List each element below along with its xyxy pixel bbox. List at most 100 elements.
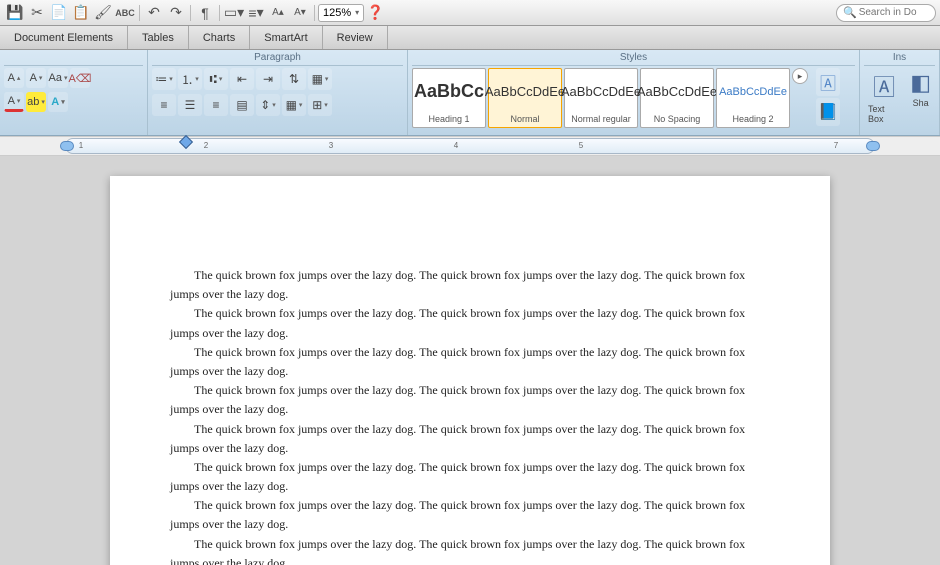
text-box-icon: 🄰 (873, 70, 895, 102)
manage-styles-button[interactable]: 📘 (816, 98, 840, 126)
ruler-left-cap (60, 141, 74, 151)
justify-button[interactable]: ▤ (230, 94, 254, 116)
search-input[interactable] (859, 7, 929, 18)
decrease-indent-button[interactable]: ⇤ (230, 68, 254, 90)
style-preview: AaBbCcDdEe (637, 69, 717, 114)
indent-marker[interactable] (179, 135, 193, 149)
borders-button[interactable]: ▦▾ (308, 68, 332, 90)
insert-group: Ins 🄰 Text Box ◧ Sha (860, 50, 940, 135)
tab-charts[interactable]: Charts (189, 26, 250, 49)
document-viewport[interactable]: The quick brown fox jumps over the lazy … (0, 156, 940, 565)
format-painter-icon[interactable]: 🖌 (92, 2, 114, 24)
paragraph-group-title: Paragraph (152, 52, 403, 66)
zoom-selector[interactable]: 125% ▾ (318, 4, 364, 22)
gallery-next-button[interactable]: ▸ (792, 68, 808, 84)
help-icon[interactable]: ❓ (364, 2, 386, 24)
save-icon[interactable]: 💾 (4, 2, 26, 24)
style-card-normal[interactable]: AaBbCcDdEeNormal (488, 68, 562, 128)
columns-icon[interactable]: ≡▾ (245, 2, 267, 24)
paragraph[interactable]: The quick brown fox jumps over the lazy … (170, 458, 770, 496)
text-box-label: Text Box (868, 104, 900, 124)
ruler-tick: 5 (579, 141, 583, 150)
ruler-right-cap (866, 141, 880, 151)
font-color-button[interactable]: A▾ (4, 92, 24, 112)
cut-icon[interactable]: ✂ (26, 2, 48, 24)
style-preview: AaBbCc (414, 69, 484, 114)
grow-font-icon[interactable]: A▴ (267, 2, 289, 24)
paragraph[interactable]: The quick brown fox jumps over the lazy … (170, 381, 770, 419)
font-group: A▴ A▾ Aa▾ A⌫ A▾ ab▾ A▾ (0, 50, 148, 135)
horizontal-ruler[interactable]: 1 2 3 4 5 7 (65, 138, 875, 154)
tab-smartart[interactable]: SmartArt (250, 26, 322, 49)
shading-button[interactable]: ▦▾ (282, 94, 306, 116)
paragraph[interactable]: The quick brown fox jumps over the lazy … (170, 304, 770, 342)
change-case-button[interactable]: Aa▾ (48, 68, 68, 88)
numbering-button[interactable]: ⒈▾ (178, 68, 202, 90)
ruler-tick: 4 (454, 141, 458, 150)
redo-icon[interactable]: ↷ (165, 2, 187, 24)
zoom-value: 125% (323, 7, 351, 19)
search-box[interactable]: 🔍 (836, 4, 936, 22)
multilevel-list-button[interactable]: ⑆▾ (204, 68, 228, 90)
tab-document-elements[interactable]: Document Elements (0, 26, 128, 49)
style-preview: AaBbCcDdEe (485, 69, 565, 114)
paragraph[interactable]: The quick brown fox jumps over the lazy … (170, 266, 770, 304)
ruler-tick: 2 (204, 141, 208, 150)
copy-icon[interactable]: 📄 (48, 2, 70, 24)
text-direction-button[interactable]: ⇅ (282, 68, 306, 90)
quick-access-toolbar: 💾 ✂ 📄 📋 🖌 ABC ↶ ↷ ¶ ▭▾ ≡▾ A▴ A▾ 125% ▾ ❓… (0, 0, 940, 26)
paste-icon[interactable]: 📋 (70, 2, 92, 24)
align-right-button[interactable]: ≡ (204, 94, 228, 116)
layout-icon[interactable]: ▭▾ (223, 2, 245, 24)
ruler-row: 1 2 3 4 5 7 (0, 136, 940, 156)
paragraph[interactable]: The quick brown fox jumps over the lazy … (170, 535, 770, 565)
styles-group-title: Styles (412, 52, 855, 66)
shrink-font-button[interactable]: A▾ (26, 68, 46, 88)
highlight-button[interactable]: ab▾ (26, 92, 46, 112)
show-formatting-icon[interactable]: ¶ (194, 2, 216, 24)
style-card-heading-2[interactable]: AaBbCcDdEeHeading 2 (716, 68, 790, 128)
style-label: Heading 1 (428, 114, 469, 127)
text-box-button[interactable]: 🄰 Text Box (864, 68, 904, 126)
styles-pane-button[interactable]: 🄰 (816, 68, 840, 96)
paragraph[interactable]: The quick brown fox jumps over the lazy … (170, 420, 770, 458)
increase-indent-button[interactable]: ⇥ (256, 68, 280, 90)
paragraph[interactable]: The quick brown fox jumps over the lazy … (170, 496, 770, 534)
spellcheck-icon[interactable]: ABC (114, 2, 136, 24)
search-icon: 🔍 (843, 6, 857, 19)
line-spacing-button[interactable]: ⇕▾ (256, 94, 280, 116)
align-left-button[interactable]: ≡ (152, 94, 176, 116)
sort-button[interactable]: ⊞▾ (308, 94, 332, 116)
styles-group: Styles AaBbCcHeading 1AaBbCcDdEeNormalAa… (408, 50, 860, 135)
ribbon: A▴ A▾ Aa▾ A⌫ A▾ ab▾ A▾ Paragraph ≔▾ ⒈▾ ⑆… (0, 50, 940, 136)
bullets-button[interactable]: ≔▾ (152, 68, 176, 90)
style-preview: AaBbCcDdEe (561, 69, 641, 114)
clear-formatting-button[interactable]: A⌫ (70, 68, 90, 88)
undo-icon[interactable]: ↶ (143, 2, 165, 24)
style-card-heading-1[interactable]: AaBbCcHeading 1 (412, 68, 486, 128)
style-gallery: AaBbCcHeading 1AaBbCcDdEeNormalAaBbCcDdE… (412, 68, 790, 128)
ribbon-tabs: Document Elements Tables Charts SmartArt… (0, 26, 940, 50)
style-label: No Spacing (654, 114, 701, 127)
ruler-tick: 3 (329, 141, 333, 150)
style-label: Heading 2 (732, 114, 773, 127)
page[interactable]: The quick brown fox jumps over the lazy … (110, 176, 830, 565)
style-card-no-spacing[interactable]: AaBbCcDdEeNo Spacing (640, 68, 714, 128)
paragraph[interactable]: The quick brown fox jumps over the lazy … (170, 343, 770, 381)
text-effects-button[interactable]: A▾ (48, 92, 68, 112)
align-center-button[interactable]: ☰ (178, 94, 202, 116)
insert-group-title: Ins (864, 52, 935, 66)
shape-button[interactable]: ◧ Sha (906, 68, 935, 110)
paragraph-group: Paragraph ≔▾ ⒈▾ ⑆▾ ⇤ ⇥ ⇅ ▦▾ ≡ ☰ ≡ ▤ ⇕▾ ▦… (148, 50, 408, 135)
style-preview: AaBbCcDdEe (719, 69, 787, 114)
ruler-tick: 7 (834, 141, 838, 150)
ruler-tick: 1 (79, 141, 83, 150)
tab-review[interactable]: Review (323, 26, 388, 49)
style-card-normal-regular[interactable]: AaBbCcDdEeNormal regular (564, 68, 638, 128)
font-group-title (4, 52, 143, 66)
shrink-font-icon[interactable]: A▾ (289, 2, 311, 24)
tab-tables[interactable]: Tables (128, 26, 189, 49)
grow-font-button[interactable]: A▴ (4, 68, 24, 88)
shape-label: Sha (913, 98, 929, 108)
style-label: Normal regular (571, 114, 631, 127)
